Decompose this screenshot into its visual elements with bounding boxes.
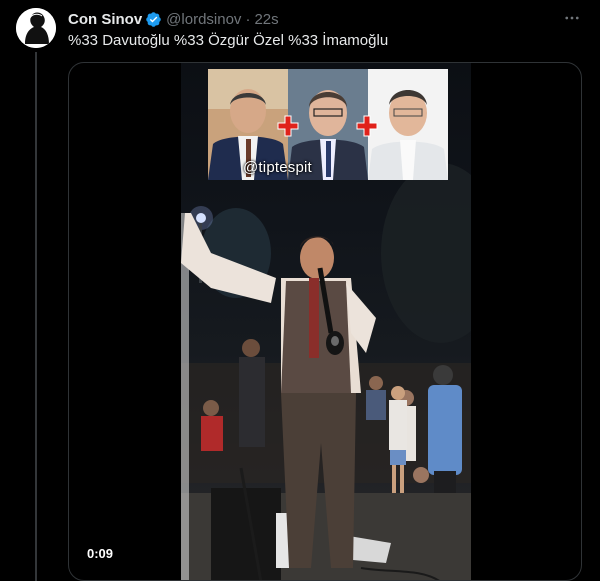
timestamp[interactable]: 22s [254, 11, 278, 28]
video-player[interactable]: @tiptespit [181, 63, 471, 580]
tweet-text: %33 Davutoğlu %33 Özgür Özel %33 İmamoğl… [68, 32, 389, 49]
video-duration: 0:09 [87, 546, 114, 561]
red-plus-icon [356, 115, 378, 137]
media-container[interactable]: @tiptespit 0:09 [68, 62, 582, 581]
video-watermark: @tiptespit [243, 159, 312, 176]
thread-line [35, 52, 37, 581]
more-dots-icon[interactable] [561, 8, 583, 28]
tweet[interactable]: Con Sinov @lordsinov · 22s %33 Davutoğlu… [0, 0, 600, 581]
red-plus-icon [277, 115, 299, 137]
tweet-header: Con Sinov @lordsinov · 22s [68, 9, 279, 29]
avatar-silhouette-icon [16, 8, 56, 48]
portrait-right-image [368, 69, 448, 180]
author-name[interactable]: Con Sinov [68, 11, 142, 28]
separator-dot: · [245, 10, 251, 28]
author-handle[interactable]: @lordsinov [166, 11, 241, 28]
verified-badge-icon[interactable] [145, 11, 162, 28]
avatar[interactable] [16, 8, 56, 48]
